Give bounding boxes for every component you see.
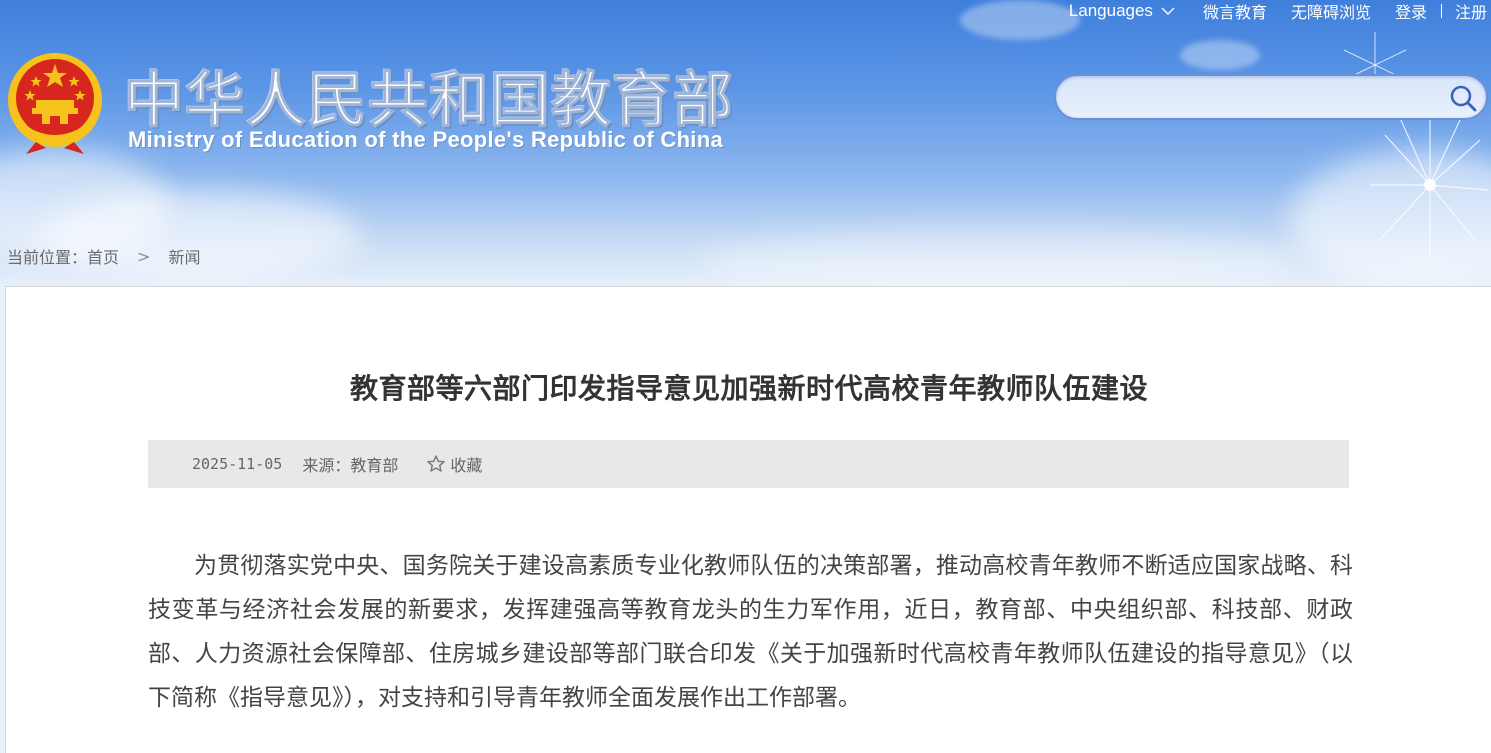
topbar-divider	[1440, 4, 1442, 18]
site-title-cn[interactable]: 中华人民共和国教育部	[124, 52, 734, 139]
breadcrumb-prefix: 当前位置：	[7, 248, 88, 267]
favorite-label: 收藏	[450, 456, 483, 475]
national-emblem-icon[interactable]	[6, 50, 104, 154]
languages-label: Languages	[1068, 1, 1153, 20]
light-decoration	[1180, 40, 1260, 70]
article-date: 2025-11-05	[192, 455, 283, 473]
favorite-button[interactable]: 收藏	[426, 452, 482, 476]
cloud-decoration	[700, 230, 1300, 290]
site-title-en: Ministry of Education of the People's Re…	[128, 127, 723, 152]
article-title: 教育部等六部门印发指导意见加强新时代高校青年教师队伍建设	[349, 372, 1148, 405]
article-paragraph: 为贯彻落实党中央、国务院关于建设高素质专业化教师队伍的决策部署，推动高校青年教师…	[148, 553, 1353, 711]
dandelion-decoration	[1370, 115, 1489, 258]
weiyan-jiaoyu-link[interactable]: 微言教育	[1203, 0, 1267, 23]
top-utility-bar: Languages 微言教育 无障碍浏览 登录 注册	[1069, 0, 1491, 22]
search-box	[1054, 74, 1488, 120]
site-header: Languages 微言教育 无障碍浏览 登录 注册 中华人民共和国教育部 Mi…	[0, 0, 1491, 290]
languages-dropdown[interactable]: Languages	[1069, 1, 1175, 21]
breadcrumb: 当前位置： 首页 > 新闻	[7, 244, 200, 268]
register-link[interactable]: 注册	[1455, 0, 1487, 23]
accessibility-link[interactable]: 无障碍浏览	[1291, 0, 1371, 23]
search-icon[interactable]	[1448, 83, 1478, 113]
login-link[interactable]: 登录	[1395, 0, 1427, 23]
star-icon	[427, 455, 446, 472]
article-source: 来源：教育部	[302, 456, 399, 475]
breadcrumb-separator: >	[137, 246, 151, 266]
light-decoration	[960, 0, 1080, 40]
breadcrumb-home-link[interactable]: 首页	[87, 244, 119, 268]
search-input[interactable]	[1074, 84, 1444, 110]
breadcrumb-news-link[interactable]: 新闻	[168, 244, 200, 268]
chevron-down-icon	[1161, 7, 1175, 15]
article-meta-bar: 2025-11-05 来源：教育部 收藏	[148, 440, 1349, 488]
article-container: 教育部等六部门印发指导意见加强新时代高校青年教师队伍建设 2025-11-05 …	[5, 286, 1491, 753]
